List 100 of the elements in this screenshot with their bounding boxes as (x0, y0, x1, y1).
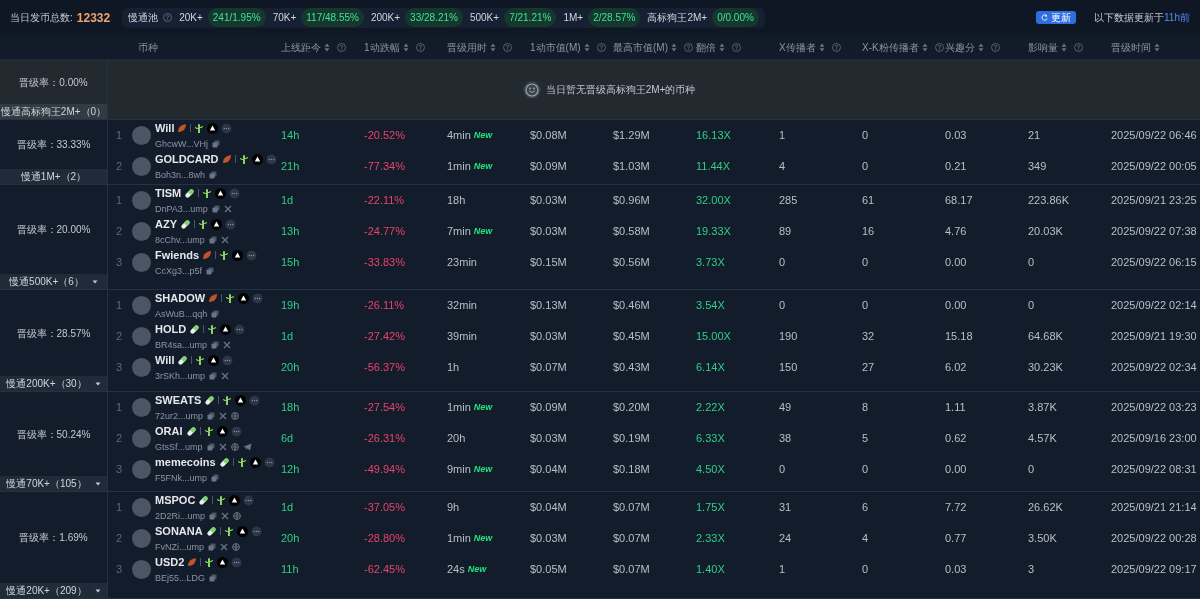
sort-icon[interactable] (818, 42, 825, 52)
x-logo-icon[interactable] (219, 412, 228, 421)
x-logo-icon[interactable] (220, 543, 228, 552)
token-name[interactable]: USD2 (155, 554, 185, 571)
sort-icon[interactable] (583, 42, 590, 52)
column-header[interactable]: 晋级用时 (447, 39, 487, 55)
copy-icon[interactable] (208, 543, 216, 552)
group-tab[interactable]: 慢通70K+（105） (0, 476, 107, 491)
column-header[interactable]: X-K粉传播者 (862, 39, 919, 55)
group-tab[interactable]: 慢通200K+（30） (0, 376, 107, 391)
table-cell-text: $0.03M (530, 431, 567, 447)
copy-icon[interactable] (211, 341, 220, 350)
token-name[interactable]: SWEATS (155, 392, 202, 409)
more-icon[interactable] (231, 556, 243, 568)
x-logo-icon[interactable] (218, 443, 227, 452)
group-tab[interactable]: 慢通20K+（209） (0, 583, 107, 598)
column-header[interactable]: 最高市值(M) (613, 39, 668, 55)
copy-icon[interactable] (211, 310, 220, 319)
more-icon[interactable] (263, 456, 275, 468)
token-name[interactable]: GOLDCARD (155, 151, 219, 168)
more-icon[interactable] (230, 425, 242, 437)
refresh-button[interactable]: 更新 (1036, 11, 1077, 24)
token-name[interactable]: Will (155, 120, 175, 137)
caret-icon[interactable] (94, 481, 101, 486)
copy-icon[interactable] (206, 443, 215, 452)
sort-icon[interactable] (719, 42, 725, 52)
table-cell-text: 285 (779, 193, 798, 209)
column-header[interactable]: 兴趣分 (945, 39, 975, 55)
token-name[interactable]: HOLD (155, 321, 187, 338)
column-header[interactable]: 翻倍 (696, 39, 716, 55)
copy-icon[interactable] (208, 236, 217, 245)
globe-icon[interactable] (232, 543, 240, 552)
more-icon[interactable] (229, 187, 241, 199)
more-icon[interactable] (234, 323, 246, 335)
token-name[interactable]: SHADOW (155, 290, 206, 307)
x-logo-icon[interactable] (220, 236, 229, 245)
group-tab[interactable]: 慢通500K+（6） (0, 274, 107, 289)
globe-icon[interactable] (233, 512, 242, 521)
token-name[interactable]: SONANA (155, 523, 203, 540)
column-header[interactable]: X传播者 (779, 39, 816, 55)
column-header[interactable]: 上线距今 (281, 39, 321, 55)
group-tab[interactable]: 慢通高标狗王2M+（0） (0, 104, 107, 119)
copy-icon[interactable] (212, 140, 220, 149)
more-icon[interactable] (249, 394, 261, 406)
token-name[interactable]: Fwiends (155, 247, 199, 264)
paper-plane-icon[interactable] (242, 443, 252, 452)
more-icon[interactable] (222, 354, 234, 366)
token-name[interactable]: MSPOC (155, 492, 196, 509)
token-name[interactable]: memecoins (155, 454, 216, 471)
copy-icon[interactable] (209, 574, 218, 583)
table-cell-text: $0.08M (530, 128, 567, 144)
more-icon[interactable] (250, 525, 262, 537)
x-logo-icon[interactable] (221, 372, 230, 381)
table-cell-text: 4.50X (696, 462, 725, 478)
copy-icon[interactable] (209, 372, 218, 381)
sort-icon[interactable] (490, 42, 496, 52)
table-cell-text: $0.19M (613, 431, 650, 447)
copy-icon[interactable] (211, 474, 219, 483)
more-icon[interactable] (225, 218, 236, 230)
caret-icon[interactable] (94, 588, 101, 593)
sort-icon[interactable] (324, 42, 330, 52)
sort-icon[interactable] (978, 42, 984, 52)
x-logo-icon[interactable] (223, 205, 232, 214)
table-cell-text: 2025/09/22 07:38 (1111, 224, 1197, 240)
table-cell-text: 7.72 (945, 500, 967, 516)
x-logo-icon[interactable] (221, 512, 230, 521)
token-name[interactable]: TISM (155, 185, 182, 202)
sort-icon[interactable] (402, 42, 409, 52)
sort-icon[interactable] (671, 42, 677, 52)
token-name[interactable]: AZY (155, 216, 177, 233)
caret-icon[interactable] (91, 279, 98, 284)
token-name[interactable]: Will (155, 352, 175, 369)
column-header[interactable]: 1动市值(M) (530, 39, 581, 55)
copy-icon[interactable] (206, 267, 215, 276)
pool-tier-label: 1M+ (563, 11, 584, 25)
copy-icon[interactable] (207, 412, 216, 421)
sort-icon[interactable] (1061, 42, 1067, 52)
more-icon[interactable] (252, 292, 264, 304)
column-header[interactable]: 币种 (138, 39, 158, 55)
column-header[interactable]: 晋级时间 (1111, 39, 1151, 55)
table-cell-text: $0.96M (613, 193, 650, 209)
globe-icon[interactable] (230, 443, 239, 452)
sort-icon[interactable] (1154, 42, 1160, 52)
column-header[interactable]: 1动跌幅 (364, 39, 400, 55)
token-name[interactable]: ORAI (155, 423, 183, 440)
more-icon[interactable] (243, 494, 255, 506)
caret-icon[interactable] (94, 381, 101, 386)
column-header[interactable]: 影响量 (1028, 39, 1058, 55)
time-ago-link[interactable]: 11h前 (1164, 12, 1190, 23)
copy-icon[interactable] (211, 205, 220, 214)
x-logo-icon[interactable] (223, 341, 232, 350)
copy-icon[interactable] (209, 512, 218, 521)
sort-icon[interactable] (921, 42, 928, 52)
more-icon[interactable] (265, 153, 277, 165)
group-tab[interactable]: 慢通1M+（2） (0, 169, 107, 184)
more-icon[interactable] (246, 249, 257, 261)
table-cell-text: 223.86K (1028, 193, 1069, 209)
more-icon[interactable] (221, 122, 233, 134)
copy-icon[interactable] (209, 171, 218, 180)
globe-icon[interactable] (231, 412, 240, 421)
